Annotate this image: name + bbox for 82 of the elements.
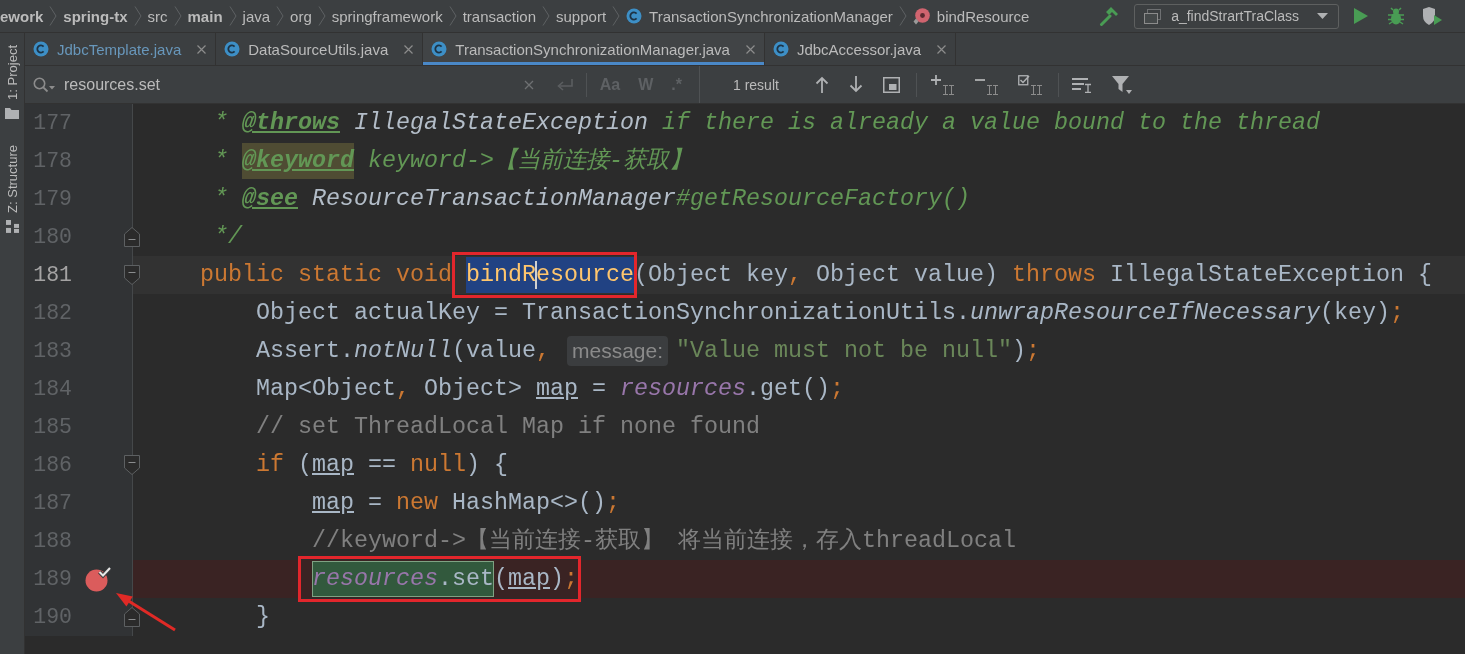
chevron-icon [317,6,326,26]
text-cursor [535,261,537,289]
close-icon[interactable] [404,44,414,54]
class-icon [772,41,789,57]
editor-tab[interactable]: TransactionSynchronizationManager.java [423,33,765,65]
clear-icon[interactable] [523,79,534,90]
checkbox-icon[interactable] [1017,74,1042,95]
tool-window-button[interactable]: Z: Structure [4,144,20,233]
tool-window-button[interactable]: 1: Project [4,45,20,119]
editor-tab[interactable]: JdbcAccessor.java [764,33,957,65]
chevron-icon [612,6,621,26]
code-text: Map<Object, Object> map = resources.get(); [256,376,844,402]
highlighted-tag: @keyword [242,143,354,179]
code-text: * @throws IllegalStateException if there is already a value bound to the thread [214,110,1320,136]
chevron-icon [173,6,182,26]
code-text: map = new HashMap<>(); [312,490,620,516]
result-count: 1 result [733,76,779,93]
breadcrumb-item[interactable]: java [242,7,271,25]
breadcrumb-item[interactable]: src [147,7,168,25]
code-text: Object actualKey = TransactionSynchronizationUtils.unwrapResourceIfNecessary(key); [256,300,1404,326]
breadcrumb-item[interactable]: springframework [331,7,443,25]
fold-icon[interactable] [124,455,140,475]
code-text: * [214,148,228,174]
folder-icon [5,106,19,119]
caret-icon [1317,13,1328,19]
code-text: keyword->【当前连接-获取】 [368,148,692,174]
breadcrumb-item[interactable]: bindResource [912,7,1030,25]
code-text: */ [214,224,242,250]
method-icon [912,7,930,25]
code-text: //keyword->【当前连接-获取】 将当前连接，存入threadLocal [312,528,1016,554]
code-text: Assert.notNull(value, [256,338,550,364]
breadcrumb-item[interactable]: TransactionSynchronizationManager [626,7,893,25]
close-icon[interactable] [197,44,207,54]
code-text: * @see ResourceTransactionManager#getResourceFactory() [214,186,970,212]
up-arrow-icon[interactable] [814,76,829,93]
search-icon[interactable] [33,76,55,93]
breadcrumb-item[interactable]: support [556,7,607,25]
line-number: 181 [32,262,72,289]
class-icon [33,41,49,57]
box-icon[interactable] [882,76,900,93]
breadcrumb-item[interactable]: org [290,7,312,25]
breakpoint-icon[interactable] [85,566,112,592]
search-match: resources.set [312,561,494,597]
breadcrumb-item[interactable]: spring-tx [63,7,128,25]
close-icon[interactable] [745,44,755,54]
window-icon [1144,8,1162,24]
chevron-icon [276,6,285,26]
search-field[interactable]: resources.set [64,71,516,98]
code-text: // set ThreadLocal Map if none found [256,414,760,440]
code-text: "Value must not be null"); [676,338,1041,364]
code-text: if (map == null) { [256,452,508,478]
chevron-icon [49,6,58,26]
bug-icon[interactable] [1387,7,1405,25]
class-icon [431,41,448,57]
chevron-icon [448,6,457,26]
plus-icon[interactable] [929,74,954,95]
chevron-icon [133,6,142,26]
code-text: (map); [494,566,578,592]
breadcrumb-item[interactable]: main [187,7,223,25]
chevron-icon [898,6,907,26]
list-icon[interactable] [1071,76,1092,93]
structure-icon [5,219,19,233]
filter-icon[interactable] [1111,74,1132,95]
parameter-hint: message: [567,335,669,366]
code-text: } [256,604,270,630]
breadcrumb-item[interactable]: ework [0,7,44,25]
editor-tab[interactable]: JdbcTemplate.java [25,33,217,65]
chevron-icon [542,6,550,26]
chevron-icon [228,6,237,26]
fold-icon[interactable] [124,265,140,285]
code-text: public static void [200,262,452,288]
class-icon [626,8,643,24]
run-icon[interactable] [1354,8,1368,24]
run-config-dropdown[interactable]: a_findStrartTraClass [1134,3,1339,29]
down-arrow-icon[interactable] [848,76,863,93]
selected-text: bindResource [466,257,634,293]
breadcrumb-item[interactable]: transaction [462,7,536,25]
hammer-icon[interactable] [1099,6,1120,26]
class-icon [224,41,241,57]
shield-icon[interactable] [1422,7,1442,25]
close-icon[interactable] [937,44,947,54]
code-text: (Object key, Object value) throws IllegalStateException { [634,262,1432,288]
